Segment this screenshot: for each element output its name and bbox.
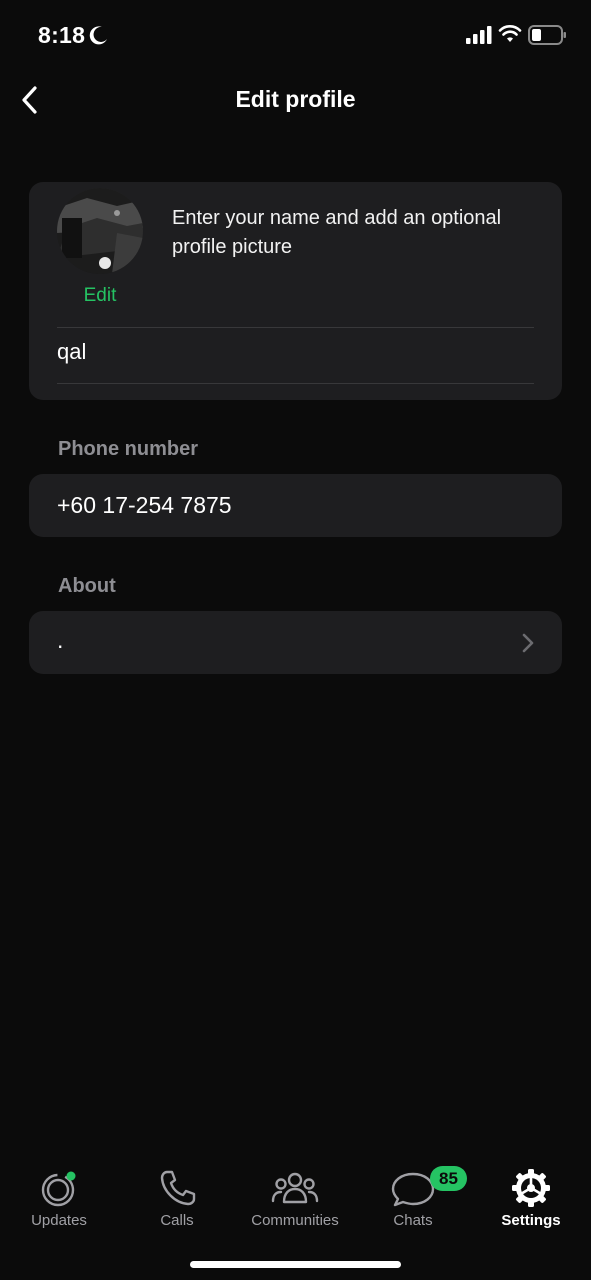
about-label: About — [58, 575, 116, 597]
about-row[interactable]: . — [29, 611, 562, 674]
tab-communities[interactable]: Communities — [236, 1164, 354, 1234]
tab-calls[interactable]: Calls — [118, 1164, 236, 1234]
tab-updates[interactable]: Updates — [0, 1164, 118, 1234]
header: Edit profile — [0, 72, 591, 130]
avatar[interactable] — [57, 188, 143, 274]
updates-icon — [41, 1171, 76, 1207]
tab-label: Chats — [393, 1212, 433, 1229]
home-indicator[interactable] — [190, 1261, 401, 1268]
tab-settings[interactable]: Settings — [472, 1164, 590, 1234]
divider — [57, 383, 534, 384]
profile-hint-text: Enter your name and add an optional prof… — [172, 207, 502, 258]
chevron-right-icon — [522, 633, 534, 653]
tab-label: Settings — [501, 1212, 561, 1229]
wifi-icon — [498, 25, 522, 42]
tab-label: Communities — [251, 1212, 339, 1229]
chats-unread-badge: 85 — [430, 1166, 467, 1191]
edit-photo-button[interactable]: Edit — [57, 285, 143, 307]
tab-label: Updates — [31, 1212, 87, 1229]
name-input[interactable]: qal — [57, 339, 535, 365]
battery-icon — [528, 25, 566, 45]
moon-icon — [89, 26, 107, 45]
status-time: 8:18 — [38, 22, 86, 48]
tab-bar: Updates Calls Communities Chats Settings — [0, 1150, 591, 1250]
divider — [57, 327, 534, 328]
phone-number-label: Phone number — [58, 438, 199, 460]
communities-icon — [271, 1172, 319, 1204]
status-bar: 8:18 — [0, 0, 591, 72]
page-title: Edit profile — [235, 86, 356, 112]
about-value: . — [57, 627, 64, 653]
gear-icon — [512, 1169, 550, 1207]
phone-icon — [160, 1170, 196, 1206]
avatar-photo — [57, 188, 143, 274]
cellular-signal-icon — [466, 26, 492, 44]
tab-label: Calls — [160, 1212, 194, 1229]
phone-number-value: +60 17-254 7875 — [57, 492, 232, 518]
profile-card: Edit Enter your name and add an optional… — [29, 182, 562, 400]
phone-number-field: +60 17-254 7875 — [29, 474, 562, 537]
